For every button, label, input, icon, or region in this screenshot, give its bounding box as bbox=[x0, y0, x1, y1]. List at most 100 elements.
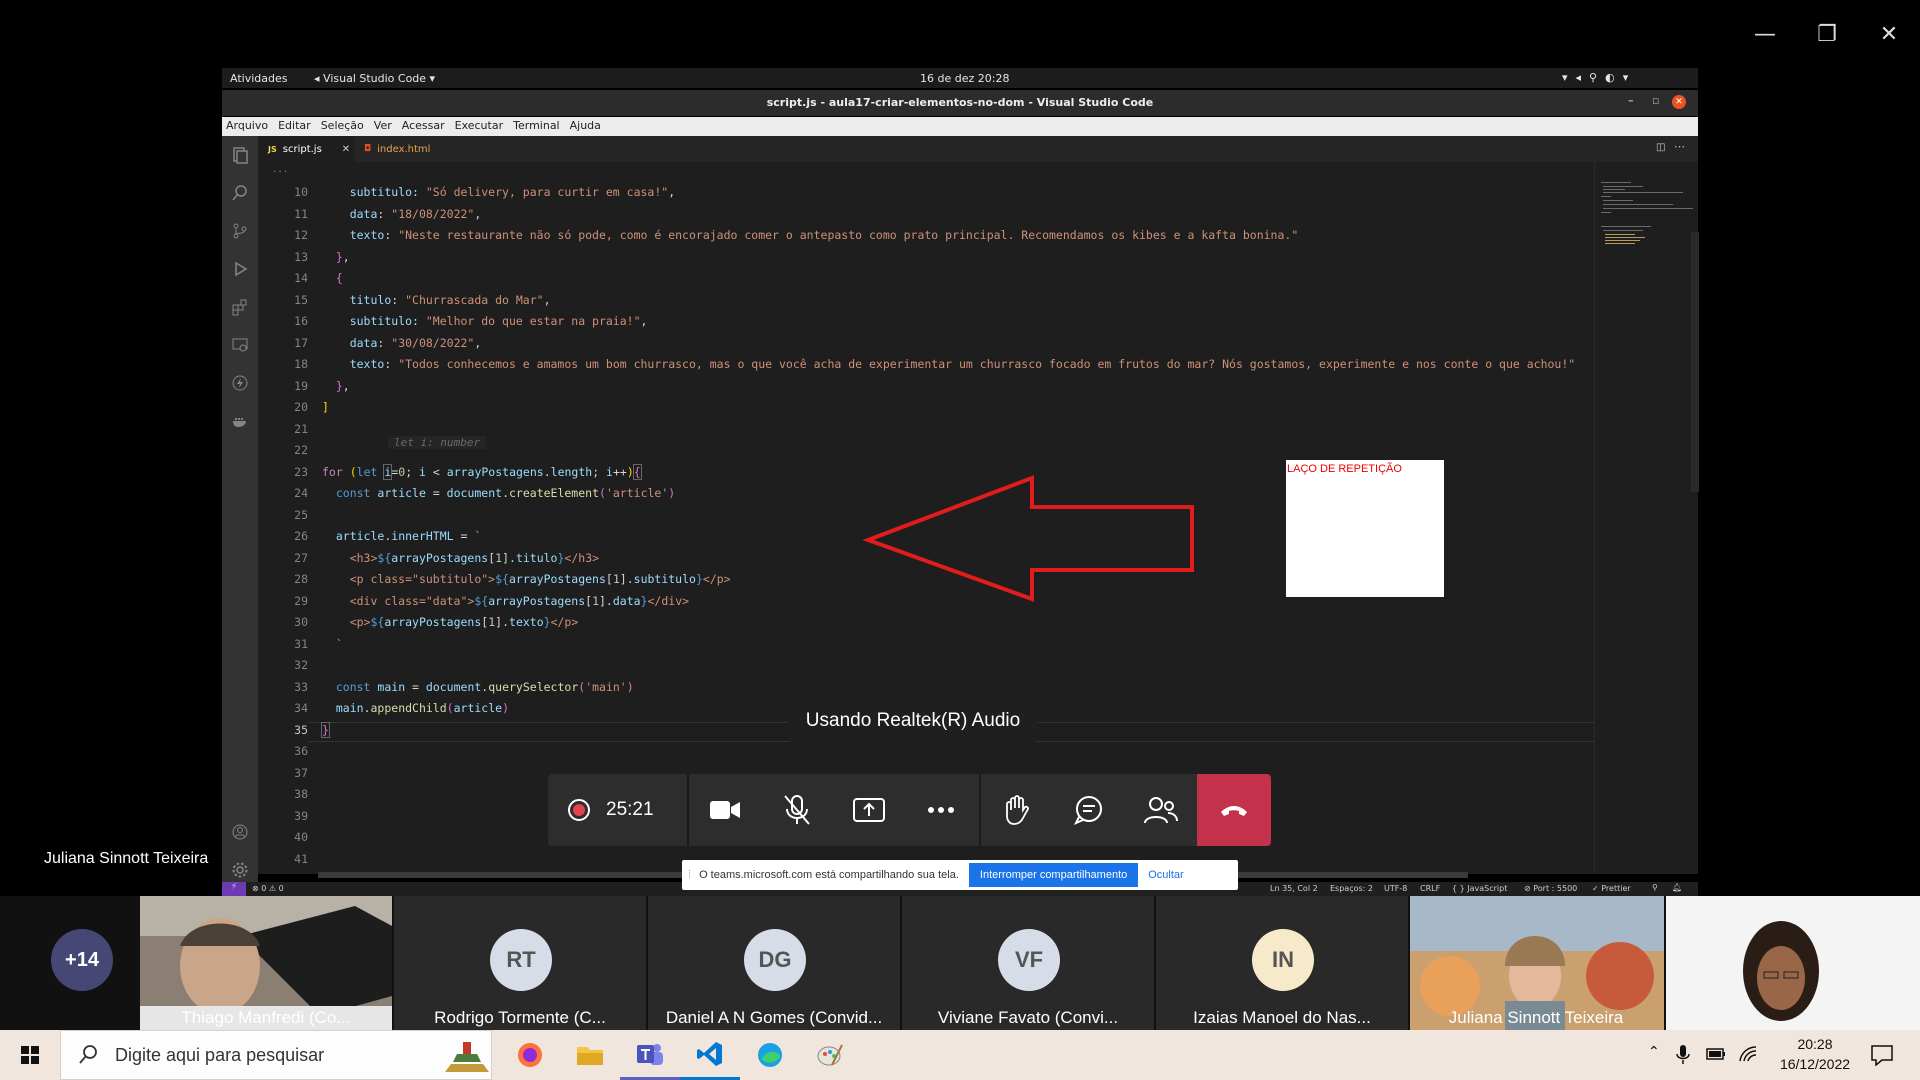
taskbar-time: 20:28 bbox=[1797, 1036, 1833, 1052]
menu-ver[interactable]: Ver bbox=[370, 117, 398, 136]
leave-call-button[interactable] bbox=[1197, 774, 1271, 846]
line-ending[interactable]: CRLF bbox=[1420, 884, 1440, 893]
taskbar-search-box[interactable]: Digite aqui para pesquisar bbox=[60, 1030, 492, 1080]
extensions-icon[interactable] bbox=[222, 288, 258, 326]
thunder-client-icon[interactable] bbox=[222, 364, 258, 402]
live-server-port[interactable]: ⊘ Port : 5500 bbox=[1524, 884, 1577, 893]
notifications-bell-icon[interactable]: 🔔︎ bbox=[1672, 883, 1682, 892]
menu-executar[interactable]: Executar bbox=[451, 117, 510, 136]
inlay-hint: let i: number bbox=[388, 436, 487, 449]
breadcrumb[interactable]: ... bbox=[272, 165, 288, 175]
prettier-status[interactable]: ✓ Prettier bbox=[1592, 884, 1631, 893]
activities-button[interactable]: Atividades bbox=[230, 72, 287, 85]
encoding[interactable]: UTF-8 bbox=[1384, 884, 1407, 893]
language-mode[interactable]: { } JavaScript bbox=[1452, 884, 1507, 893]
participant-tile[interactable]: DG Daniel A N Gomes (Convid... bbox=[648, 896, 900, 1030]
menu-editar[interactable]: Editar bbox=[274, 117, 317, 136]
participant-tile[interactable]: IN Izaias Manoel do Nas... bbox=[1156, 896, 1408, 1030]
vscode-maximize-button[interactable]: ▫ bbox=[1652, 94, 1659, 107]
tab-script-js[interactable]: JS script.js ✕ bbox=[258, 136, 354, 162]
audio-device-toast: Usando Realtek(R) Audio bbox=[788, 700, 1038, 742]
paint-taskbar-button[interactable] bbox=[800, 1030, 860, 1080]
notifications-icon[interactable] bbox=[1870, 1044, 1894, 1066]
share-message: O teams.microsoft.com está compartilhand… bbox=[699, 869, 959, 881]
line-number: 34 bbox=[294, 701, 308, 715]
drag-handle-icon[interactable]: ⁞ bbox=[688, 869, 691, 881]
share-screen-button[interactable] bbox=[833, 774, 905, 846]
explorer-icon[interactable] bbox=[222, 136, 258, 174]
menu-arquivo[interactable]: Arquivo bbox=[222, 117, 274, 136]
start-button[interactable] bbox=[0, 1030, 60, 1080]
docker-icon[interactable] bbox=[222, 402, 258, 440]
raise-hand-button[interactable] bbox=[981, 774, 1053, 846]
minimize-button[interactable]: — bbox=[1742, 14, 1788, 54]
taskbar-clock[interactable]: 20:28 16/12/2022 bbox=[1770, 1034, 1860, 1074]
recording-icon bbox=[568, 799, 590, 821]
app-menu[interactable]: ◂ Visual Studio Code ▾ bbox=[314, 72, 435, 85]
feedback-icon[interactable]: ⚲ bbox=[1652, 883, 1658, 892]
ubuntu-top-bar: Atividades ◂ Visual Studio Code ▾ 16 de … bbox=[222, 68, 1698, 88]
cursor-position[interactable]: Ln 35, Col 2 bbox=[1270, 884, 1318, 893]
participant-tile[interactable]: RT Rodrigo Tormente (C... bbox=[394, 896, 646, 1030]
clock[interactable]: 16 de dez 20:28 bbox=[920, 72, 1009, 85]
raise-hand-icon bbox=[1006, 795, 1029, 825]
vscode-taskbar-button[interactable] bbox=[680, 1030, 740, 1080]
vscode-close-button[interactable]: ✕ bbox=[1672, 95, 1686, 109]
code-line-12: texto: "Neste restaurante não só pode, c… bbox=[349, 228, 1299, 242]
menu-ajuda[interactable]: Ajuda bbox=[566, 117, 607, 136]
system-tray-icons[interactable]: ▾◂⚲◐▾ bbox=[1562, 71, 1636, 84]
vscode-titlebar: script.js - aula17-criar-elementos-no-do… bbox=[222, 90, 1698, 116]
teams-taskbar-button[interactable] bbox=[620, 1030, 680, 1080]
menu-acessar[interactable]: Acessar bbox=[398, 117, 451, 136]
minimap[interactable] bbox=[1594, 162, 1699, 874]
tab-index-html[interactable]: ◘ index.html bbox=[354, 136, 450, 162]
camera-button[interactable] bbox=[689, 774, 761, 846]
file-explorer-taskbar-button[interactable] bbox=[560, 1030, 620, 1080]
participant-name: Viviane Favato (Convi... bbox=[937, 1008, 1119, 1027]
search-icon[interactable] bbox=[222, 174, 258, 212]
chat-button[interactable] bbox=[1053, 774, 1125, 846]
microphone-icon[interactable] bbox=[1676, 1045, 1690, 1065]
close-button[interactable]: ✕ bbox=[1866, 14, 1912, 54]
firefox-taskbar-button[interactable] bbox=[500, 1030, 560, 1080]
tab-label: index.html bbox=[377, 143, 431, 155]
split-editor-icon[interactable]: ◫ bbox=[1656, 142, 1665, 153]
stop-sharing-button[interactable]: Interromper compartilhamento bbox=[968, 863, 1139, 887]
accounts-icon[interactable] bbox=[222, 813, 258, 851]
participant-tile[interactable]: VF Viviane Favato (Convi... bbox=[902, 896, 1154, 1030]
close-tab-icon[interactable]: ✕ bbox=[342, 144, 350, 155]
indentation[interactable]: Espaços: 2 bbox=[1330, 884, 1373, 893]
participant-tile-active-speaker[interactable]: Juliana Sinnott Teixeira bbox=[1410, 896, 1664, 1030]
wifi-icon[interactable] bbox=[1738, 1045, 1758, 1063]
more-participants-button[interactable]: +14 bbox=[51, 929, 113, 991]
participants-button[interactable] bbox=[1125, 774, 1197, 846]
menu-selecao[interactable]: Seleção bbox=[317, 117, 370, 136]
show-hidden-icons-chevron-icon[interactable]: ⌃ bbox=[1648, 1044, 1660, 1060]
menu-terminal[interactable]: Terminal bbox=[509, 117, 566, 136]
vscode-minimize-button[interactable]: – bbox=[1628, 94, 1634, 107]
line-number: 20 bbox=[294, 400, 308, 414]
hang-up-icon bbox=[1221, 806, 1247, 816]
more-actions-icon[interactable]: ⋯ bbox=[1674, 140, 1685, 153]
participant-name: Juliana Sinnott Teixeira bbox=[1448, 1008, 1624, 1027]
battery-icon[interactable] bbox=[1706, 1047, 1726, 1061]
mic-button[interactable] bbox=[761, 774, 833, 846]
remote-explorer-icon[interactable] bbox=[222, 326, 258, 364]
taskbar-date: 16/12/2022 bbox=[1779, 1056, 1851, 1072]
problems-count[interactable]: ⊗ 0 ⚠ 0 bbox=[252, 884, 284, 893]
line-number: 22 bbox=[294, 443, 308, 457]
app-menu-label: Visual Studio Code bbox=[323, 72, 427, 85]
self-video-tile[interactable] bbox=[1666, 896, 1920, 1030]
code-line-13: }, bbox=[335, 250, 350, 264]
search-placeholder: Digite aqui para pesquisar bbox=[115, 1044, 325, 1065]
more-options-button[interactable] bbox=[905, 774, 977, 846]
source-control-icon[interactable] bbox=[222, 212, 258, 250]
participant-tile[interactable]: Thiago Manfredi (Co... bbox=[140, 896, 392, 1030]
edge-taskbar-button[interactable] bbox=[740, 1030, 800, 1080]
restore-button[interactable]: ❐ bbox=[1804, 14, 1850, 54]
line-number: 26 bbox=[294, 529, 308, 543]
remote-indicator-icon[interactable]: ⚡ bbox=[222, 882, 246, 896]
hide-share-bar-button[interactable]: Ocultar bbox=[1148, 869, 1183, 881]
run-debug-icon[interactable] bbox=[222, 250, 258, 288]
window-title: script.js - aula17-criar-elementos-no-do… bbox=[766, 96, 1154, 109]
